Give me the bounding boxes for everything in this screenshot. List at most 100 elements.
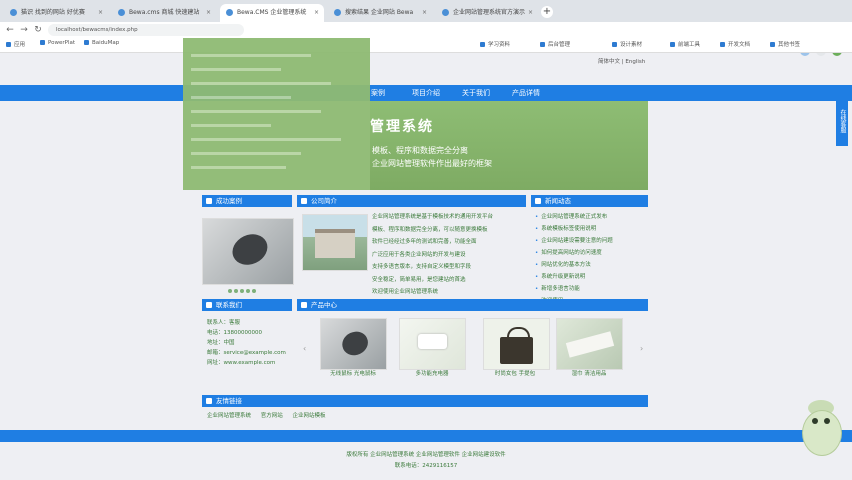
slide-dot[interactable] — [228, 289, 232, 293]
section-header-news: 新闻动态 — [531, 195, 648, 207]
news-item[interactable]: 新增多语言功能 — [535, 284, 580, 292]
contact-line: 联系人：客服 — [207, 320, 241, 326]
browser-tab[interactable]: 企业网站管理系统官方演示 × — [436, 4, 538, 22]
address-bar[interactable]: localhost/bewacms/index.php — [48, 24, 244, 36]
language-switch: 简体中文 | English — [598, 59, 646, 65]
browser-tab[interactable]: 搜索结果 企业网站 Bewa × — [328, 4, 432, 22]
news-item[interactable]: 企业网站建设需要注意的问题 — [535, 236, 613, 244]
section-header-links: 友情链接 — [202, 395, 648, 407]
news-item[interactable]: 企业网站管理系统正式发布 — [535, 212, 607, 220]
new-tab-button[interactable]: + — [541, 6, 553, 18]
product-caption[interactable]: 多功能充电器 — [395, 370, 469, 378]
site-favicon-icon — [118, 9, 125, 16]
close-tab-icon[interactable]: × — [528, 4, 533, 22]
bookmark-item[interactable]: PowerPlat — [40, 40, 75, 46]
browser-tab[interactable]: Bewa.cms 商城 快速建站 × — [112, 4, 216, 22]
close-tab-icon[interactable]: × — [98, 4, 103, 22]
overlay-line — [191, 110, 321, 113]
nav-item[interactable]: 关于我们 — [462, 85, 490, 101]
news-item[interactable]: 系统升级更新说明 — [535, 272, 585, 280]
browser-tab[interactable]: 猫识 找到的网站 好优赛 × — [4, 4, 108, 22]
section-header-contact: 联系我们 — [202, 299, 292, 311]
nav-item[interactable]: 项目介绍 — [412, 85, 440, 101]
overlay-line — [191, 138, 341, 141]
banner-subtitle: 企业网站管理软件作出最好的框架 — [372, 159, 492, 168]
product-caption[interactable]: 时尚女包 手提包 — [478, 370, 552, 378]
section-header-company: 公司简介 — [297, 195, 526, 207]
main-navigation: 案例 项目介绍 关于我们 产品详情 — [0, 85, 852, 101]
friendly-links: 企业网站管理系统 官方网站 企业网站模板 — [207, 411, 334, 419]
contact-line: 网址：www.example.com — [207, 360, 276, 366]
bookmark-item[interactable]: 开发文档 — [720, 40, 750, 48]
company-intro-text: 企业网站管理系统是基于模板技术的通用开发平台 模板、程序和数据完全分离，可以随意… — [372, 214, 494, 295]
footer-band — [0, 430, 852, 442]
friend-link[interactable]: 企业网站模板 — [293, 413, 326, 419]
bookmark-item[interactable]: 设计素材 — [612, 40, 642, 48]
bookmark-item[interactable]: 学习资料 — [480, 40, 510, 48]
overlay-line — [191, 166, 286, 169]
product-caption[interactable]: 无线鼠标 光电鼠标 — [316, 370, 390, 378]
case-image-mouse[interactable] — [202, 218, 294, 285]
news-item[interactable]: 如何提高网站的访问速度 — [535, 248, 602, 256]
carousel-next-icon[interactable]: › — [640, 344, 643, 353]
carousel-prev-icon[interactable]: ‹ — [303, 344, 306, 353]
site-favicon-icon — [10, 9, 17, 16]
overlay-line — [191, 54, 311, 57]
friend-link[interactable]: 官方网站 — [261, 413, 283, 419]
hero-banner: 管理系统 模板、程序和数据完全分离 企业网站管理软件作出最好的框架 — [370, 101, 648, 190]
nav-item[interactable]: 案例 — [371, 85, 385, 101]
close-tab-icon[interactable]: × — [422, 4, 427, 22]
site-favicon-icon — [442, 9, 449, 16]
section-header-products: 产品中心 — [297, 299, 648, 311]
slide-dot[interactable] — [252, 289, 256, 293]
overlay-line — [191, 96, 291, 99]
product-image[interactable] — [556, 318, 623, 370]
site-favicon-icon — [334, 9, 341, 16]
contact-line: 电话：13800000000 — [207, 330, 262, 336]
lang-en-link[interactable]: English — [625, 59, 645, 65]
company-building-image — [302, 214, 368, 271]
banner-subtitle: 模板、程序和数据完全分离 — [372, 146, 468, 155]
bookmark-item[interactable]: 后台管理 — [540, 40, 570, 48]
slide-dot[interactable] — [234, 289, 238, 293]
banner-title: 管理系统 — [370, 119, 434, 135]
bookmark-item[interactable]: 前端工具 — [670, 40, 700, 48]
lang-zh-link[interactable]: 简体中文 — [598, 59, 620, 65]
mascot-frog-icon[interactable] — [798, 398, 844, 462]
overlay-line — [191, 82, 331, 85]
news-item[interactable]: 网站优化的基本方法 — [535, 260, 591, 268]
browser-tab-active[interactable]: Bewa.CMS 企业管理系统 × — [220, 4, 324, 22]
section-header-cases: 成功案例 — [202, 195, 292, 207]
bookmarks-bar: 应用 PowerPlat BaiduMap 学习资料 后台管理 设计素材 前端工… — [0, 38, 852, 53]
slideshow-dots — [228, 287, 258, 295]
close-tab-icon[interactable]: × — [314, 4, 319, 22]
back-arrow-icon[interactable]: ← — [4, 24, 16, 36]
slide-dot[interactable] — [246, 289, 250, 293]
overlay-line — [191, 124, 271, 127]
bookmark-item[interactable]: 其他书签 — [770, 40, 800, 48]
browser-toolbar: ← → ↻ localhost/bewacms/index.php — [0, 22, 852, 56]
product-caption[interactable]: 湿巾 清洁用品 — [552, 370, 626, 378]
friend-link[interactable]: 企业网站管理系统 — [207, 413, 251, 419]
dropdown-overlay — [183, 38, 370, 190]
product-image[interactable] — [399, 318, 466, 370]
contact-line: 邮箱：service@example.com — [207, 350, 286, 356]
reload-icon[interactable]: ↻ — [32, 24, 44, 36]
online-service-tab[interactable]: 在线客服 — [836, 96, 848, 146]
nav-item[interactable]: 产品详情 — [512, 85, 540, 101]
forward-arrow-icon[interactable]: → — [18, 24, 30, 36]
contact-line: 地址：中国 — [207, 340, 235, 346]
footer: 版权所有 企业网站管理系统 企业网站管理软件 企业网站建设软件 联系电话：242… — [0, 442, 852, 480]
product-image[interactable] — [483, 318, 550, 370]
site-favicon-icon — [226, 9, 233, 16]
bookmark-item[interactable]: BaiduMap — [84, 40, 119, 46]
close-tab-icon[interactable]: × — [206, 4, 211, 22]
footer-phone: 联系电话：2429116157 — [394, 463, 458, 469]
browser-tab-bar: 猫识 找到的网站 好优赛 × Bewa.cms 商城 快速建站 × Bewa.CMS… — [0, 0, 852, 22]
overlay-line — [191, 68, 281, 71]
bookmark-item[interactable]: 应用 — [6, 40, 25, 48]
overlay-line — [191, 152, 301, 155]
news-item[interactable]: 系统模板标签使用说明 — [535, 224, 596, 232]
slide-dot[interactable] — [240, 289, 244, 293]
product-image[interactable] — [320, 318, 387, 370]
